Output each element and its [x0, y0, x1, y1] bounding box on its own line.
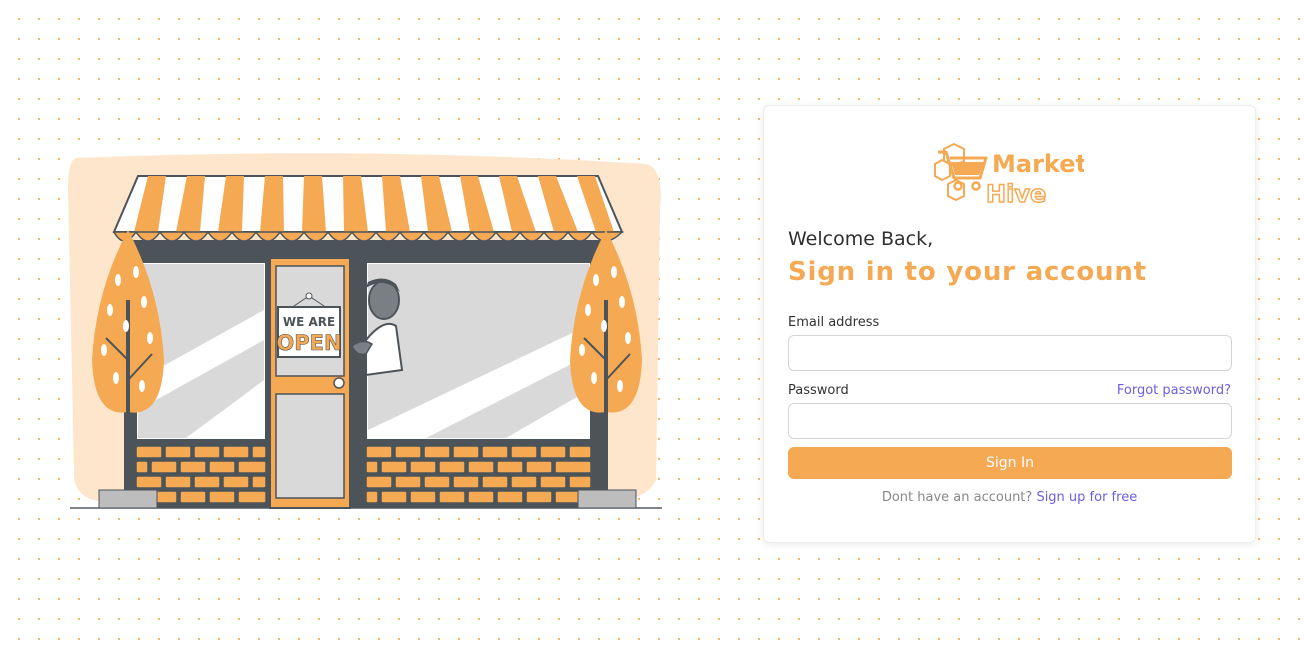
sign-text-top: WE ARE	[283, 315, 335, 329]
market-hive-logo: Market Hive	[934, 140, 1084, 208]
awning	[112, 175, 624, 242]
login-card: Market Hive Welcome Back, Sign in to you…	[763, 105, 1256, 543]
door	[269, 257, 351, 509]
welcome-heading: Welcome Back,	[788, 228, 934, 250]
signup-prompt: Dont have an account?	[881, 490, 1037, 505]
storefront-illustration: WE ARE OPEN	[66, 150, 664, 512]
logo-icon: Market Hive	[934, 142, 1084, 208]
sign-up-link[interactable]: Sign up for free	[1036, 490, 1137, 505]
signup-row: Dont have an account? Sign up for free	[764, 490, 1255, 505]
forgot-password-link[interactable]: Forgot password?	[1117, 383, 1231, 398]
sign-text-bottom: OPEN	[276, 331, 341, 355]
email-label: Email address	[788, 315, 880, 330]
sign-in-button[interactable]: Sign In	[788, 447, 1232, 479]
storefront-image: WE ARE OPEN	[68, 153, 662, 509]
email-field[interactable]	[788, 335, 1232, 371]
logo-text-market: Market	[992, 150, 1084, 178]
password-field[interactable]	[788, 403, 1232, 439]
signin-title: Sign in to your account	[788, 257, 1147, 287]
password-label: Password	[788, 383, 849, 398]
logo-text-hive: Hive	[986, 180, 1046, 208]
